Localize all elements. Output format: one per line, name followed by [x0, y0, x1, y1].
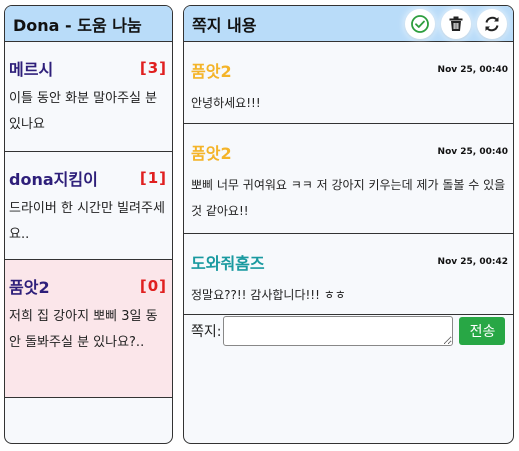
thread-preview: 드라이버 한 시간만 빌려주세요.. [9, 201, 165, 242]
message-sender: 품앗2 [191, 144, 232, 163]
thread-unread-count: [1] [139, 169, 167, 187]
trash-icon [449, 16, 463, 31]
thread-name: dona지킴이 [9, 170, 98, 189]
thread-item-2-selected[interactable]: 품앗2 [0] 저희 집 강아지 뽀삐 3일 동안 돌봐주실 분 있나요?.. [5, 260, 172, 398]
message-sender: 도와줘홈즈 [191, 254, 265, 273]
header-actions [405, 9, 507, 39]
message-panel-title: 쪽지 내용 [192, 15, 257, 35]
message-input[interactable] [223, 316, 454, 346]
thread-list-panel: Dona - 도움 나눔 메르시 [3] 이틀 동안 화분 말아주실 분 있나요… [4, 5, 173, 444]
message-item: 도와줘홈즈 Nov 25, 00:42 정말요??!! 감사합니다!!! ㅎㅎ [184, 234, 513, 315]
confirm-button[interactable] [405, 9, 435, 39]
thread-preview: 저희 집 강아지 뽀삐 3일 동안 돌봐주실 분 있나요?.. [9, 309, 158, 350]
message-item: 품앗2 Nov 25, 00:40 뽀삐 너무 귀여워요 ㅋㅋ 저 강아지 키우… [184, 124, 513, 234]
message-panel-header: 쪽지 내용 [184, 6, 513, 42]
delete-button[interactable] [441, 9, 471, 39]
thread-name: 품앗2 [9, 278, 50, 297]
thread-unread-count: [3] [139, 59, 167, 77]
compose-bar: 쪽지: 전송 [184, 316, 513, 346]
thread-item-0[interactable]: 메르시 [3] 이틀 동안 화분 말아주실 분 있나요 [5, 42, 172, 152]
thread-preview: 이틀 동안 화분 말아주실 분 있나요 [9, 91, 158, 132]
message-text: 뽀삐 너무 귀여워요 ㅋㅋ 저 강아지 키우는데 제가 돌볼 수 있을 것 같아… [191, 178, 506, 218]
refresh-icon [485, 16, 499, 32]
message-timestamp: Nov 25, 00:40 [437, 65, 508, 75]
message-timestamp: Nov 25, 00:40 [437, 147, 508, 157]
message-item: 품앗2 Nov 25, 00:40 안녕하세요!!! [184, 42, 513, 124]
send-button[interactable]: 전송 [459, 317, 506, 345]
thread-item-1[interactable]: dona지킴이 [1] 드라이버 한 시간만 빌려주세요.. [5, 152, 172, 260]
thread-name: 메르시 [9, 60, 54, 79]
message-sender: 품앗2 [191, 62, 232, 81]
message-text: 정말요??!! 감사합니다!!! ㅎㅎ [191, 288, 346, 302]
compose-label: 쪽지: [191, 324, 222, 340]
refresh-button[interactable] [477, 9, 507, 39]
message-timestamp: Nov 25, 00:42 [437, 257, 508, 267]
check-circle-icon [411, 15, 429, 33]
thread-unread-count: [0] [139, 277, 167, 295]
message-text: 안녕하세요!!! [191, 96, 261, 110]
message-panel: 쪽지 내용 품앗2 Nov 25, 00:40 안녕하세요!!! 품앗2 Nov… [183, 5, 514, 444]
thread-list-title: Dona - 도움 나눔 [5, 6, 172, 42]
